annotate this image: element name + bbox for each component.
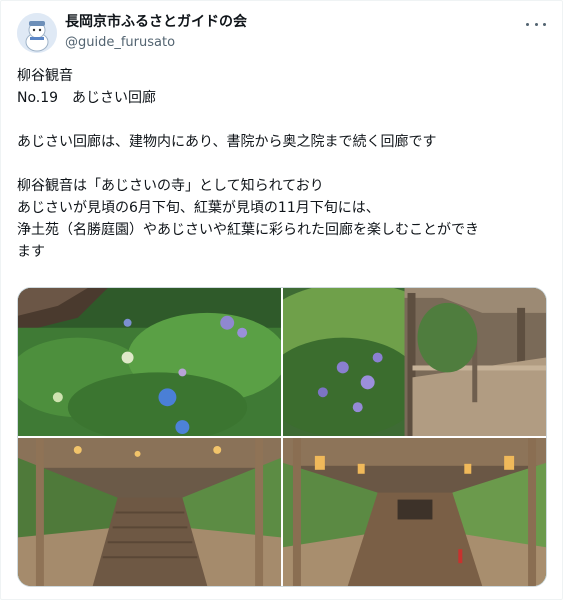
photo-grid <box>17 287 547 587</box>
corridor-with-lanterns-photo[interactable] <box>283 438 546 586</box>
text-line: No.19 あじさい回廊 <box>17 90 157 106</box>
more-options-icon[interactable] <box>526 15 546 33</box>
text-line: あじさいが見頃の6月下旬、紅葉が見頃の11月下旬には、 <box>17 200 380 216</box>
text-line: あじさい回廊は、建物内にあり、書院から奥之院まで続く回廊です <box>17 134 437 150</box>
text-line: 柳谷観音は「あじさいの寺」として知られており <box>17 178 324 194</box>
mascot-avatar[interactable] <box>17 13 57 53</box>
text-line: 柳谷観音 <box>17 68 73 84</box>
corridor-staircase-photo[interactable] <box>18 438 281 586</box>
tweet-text: 柳谷観音 No.19 あじさい回廊 あじさい回廊は、建物内にあり、書院から奥之院… <box>17 65 547 263</box>
tweet-card: 長岡京市ふるさとガイドの会 @guide_furusato 柳谷観音 No.19… <box>0 0 563 600</box>
user-handle[interactable]: @guide_furusato <box>65 34 175 51</box>
text-line: 浄土苑（名勝庭園）やあじさいや紅葉に彩られた回廊を楽しむことができ <box>17 222 479 238</box>
hydrangea-garden-photo[interactable] <box>18 288 281 436</box>
display-name[interactable]: 長岡京市ふるさとガイドの会 <box>65 13 247 31</box>
text-line: ます <box>17 244 45 260</box>
hydrangea-and-wooden-corridor-photo[interactable] <box>283 288 546 436</box>
